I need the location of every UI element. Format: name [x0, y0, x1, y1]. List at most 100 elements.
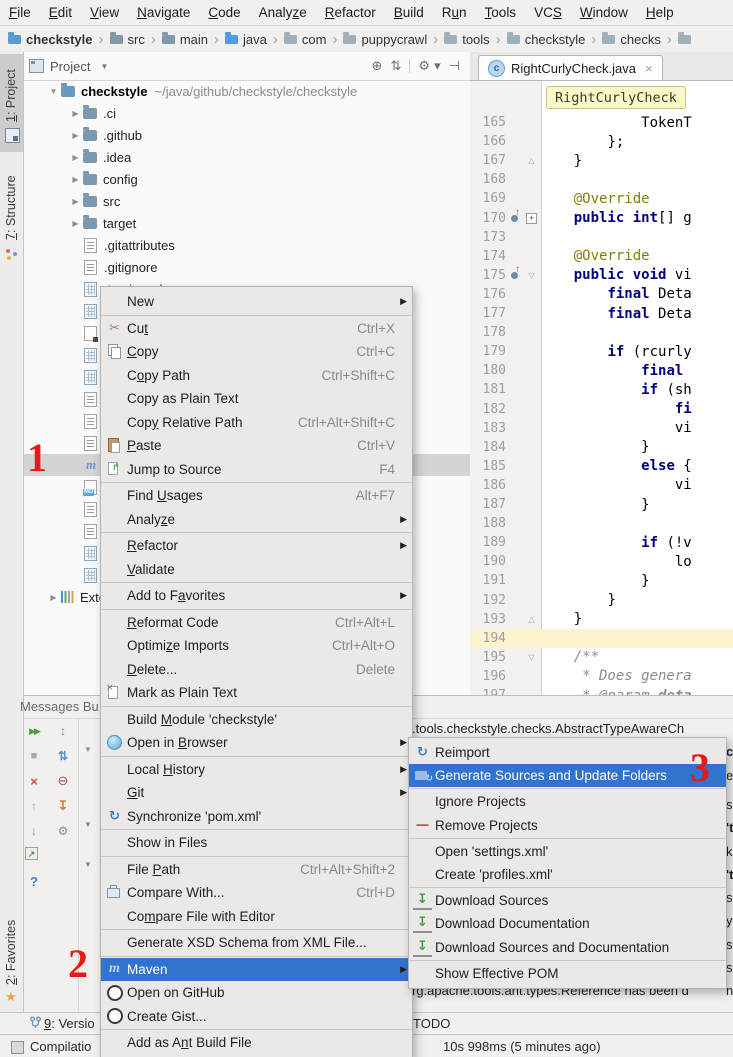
context-menu-item-compare-with[interactable]: Compare With...Ctrl+D [101, 881, 412, 905]
context-menu-item-jump-to-source[interactable]: Jump to SourceF4 [101, 458, 412, 482]
tree-expand-icon[interactable]: ▼ [84, 860, 92, 869]
menubar-item-view[interactable]: View [81, 0, 128, 25]
tree-expand-icon[interactable]: ▶ [48, 593, 59, 602]
context-menu-item-open-in-browser[interactable]: Open in Browser▶ [101, 731, 412, 755]
breadcrumb-item-checks[interactable]: checks [602, 32, 660, 47]
maven-submenu-item-ignore-projects[interactable]: Ignore Projects [409, 790, 726, 813]
maven-submenu-item-open-settings-xml[interactable]: Open 'settings.xml' [409, 840, 726, 863]
chevron-down-icon[interactable]: ▼ [100, 62, 108, 71]
menubar-item-code[interactable]: Code [199, 0, 249, 25]
tree-item-checkstyle[interactable]: ▼checkstyle~/java/github/checkstyle/chec… [24, 80, 471, 102]
context-menu-item-copy[interactable]: CopyCtrl+C [101, 340, 412, 364]
menubar-item-analyze[interactable]: Analyze [250, 0, 316, 25]
breadcrumb-item-java[interactable]: java [225, 32, 267, 47]
close-icon[interactable]: × [645, 61, 653, 76]
tree-expand-icon[interactable]: ▼ [84, 820, 92, 829]
context-menu-item-paste[interactable]: PasteCtrl+V [101, 434, 412, 458]
collapse-all-icon[interactable]: ⇅ [390, 59, 401, 74]
menubar-item-help[interactable]: Help [637, 0, 683, 25]
menubar-item-run[interactable]: Run [433, 0, 476, 25]
context-menu-item-copy-path[interactable]: Copy PathCtrl+Shift+C [101, 364, 412, 388]
fold-marker-icon[interactable]: △ [523, 615, 540, 624]
locate-icon[interactable]: ⊕ [372, 59, 383, 74]
menubar-item-tools[interactable]: Tools [476, 0, 526, 25]
tool-button-todo[interactable]: TODO [413, 1016, 450, 1031]
maven-submenu-item-download-sources-and-documentation[interactable]: ↧Download Sources and Documentation [409, 936, 726, 959]
hide-warnings-icon[interactable]: ⊖ [54, 772, 72, 790]
context-menu-item-git[interactable]: Git▶ [101, 781, 412, 805]
context-menu-item-validate[interactable]: Validate [101, 558, 412, 582]
maven-submenu-item-generate-sources-and-update-folders[interactable]: Generate Sources and Update Folders [409, 764, 726, 787]
fold-marker-icon[interactable]: ▽ [523, 271, 540, 280]
context-menu-item-file-path[interactable]: File PathCtrl+Alt+Shift+2 [101, 858, 412, 882]
context-menu-item-maven[interactable]: mMaven▶ [101, 958, 412, 982]
fold-marker-icon[interactable]: ▽ [523, 653, 540, 662]
breadcrumb-item-src[interactable]: src [110, 32, 145, 47]
tree-expand-icon[interactable]: ▶ [70, 153, 81, 162]
menubar-item-navigate[interactable]: Navigate [128, 0, 199, 25]
tree-item-idea[interactable]: ▶.idea [24, 146, 471, 168]
tree-expand-icon[interactable]: ▶ [70, 131, 81, 140]
tool-button-favorites[interactable]: 2: Favorites [4, 920, 18, 985]
context-menu-item-copy-relative-path[interactable]: Copy Relative PathCtrl+Alt+Shift+C [101, 411, 412, 435]
context-menu-item-optimize-imports[interactable]: Optimize ImportsCtrl+Alt+O [101, 634, 412, 658]
hide-panel-icon[interactable]: ⊣ [449, 59, 460, 74]
collapse-all-icon[interactable]: ⇅ [54, 747, 72, 765]
project-tool-icon[interactable] [5, 128, 20, 143]
context-menu-item-add-as-ant-build-file[interactable]: Add as Ant Build File [101, 1031, 412, 1055]
tree-item-config[interactable]: ▶config [24, 168, 471, 190]
context-menu-item-reformat-code[interactable]: Reformat CodeCtrl+Alt+L [101, 611, 412, 635]
down-icon[interactable]: ↓ [25, 822, 43, 840]
tree-collapse-icon[interactable]: ▼ [48, 87, 59, 96]
maven-submenu-item-show-effective-pom[interactable]: Show Effective POM [409, 962, 726, 985]
breadcrumb-item-com[interactable]: com [284, 32, 327, 47]
context-menu-item-delete[interactable]: Delete...Delete [101, 658, 412, 682]
settings-icon[interactable]: ⚙ [54, 822, 72, 840]
context-menu-item-synchronize-pom-xml[interactable]: ↻Synchronize 'pom.xml' [101, 805, 412, 829]
menubar-item-vcs[interactable]: VCS [525, 0, 571, 25]
breadcrumb-item-puppycrawl[interactable]: puppycrawl [343, 32, 427, 47]
tree-expand-icon[interactable]: ▶ [70, 175, 81, 184]
expand-all-icon[interactable]: ↕ [54, 722, 72, 740]
context-menu-item-compare-file-with-editor[interactable]: Compare File with Editor [101, 905, 412, 929]
context-menu-item-copy-as-plain-text[interactable]: Copy as Plain Text [101, 387, 412, 411]
context-menu-item-local-history[interactable]: Local History▶ [101, 758, 412, 782]
context-menu-item-add-to-favorites[interactable]: Add to Favorites▶ [101, 584, 412, 608]
up-icon[interactable]: ↑ [25, 797, 43, 815]
breadcrumb-item-checkstyle[interactable]: checkstyle [507, 32, 586, 47]
tree-item-target[interactable]: ▶target [24, 212, 471, 234]
tree-expand-icon[interactable]: ▶ [70, 219, 81, 228]
context-menu-item-new[interactable]: New▶ [101, 290, 412, 314]
tool-button-structure[interactable]: 7: Structure [4, 175, 18, 240]
tree-item-ci[interactable]: ▶.ci [24, 102, 471, 124]
maven-submenu-item-reimport[interactable]: ↻Reimport [409, 741, 726, 764]
context-menu-item-create-gist[interactable]: Create Gist... [101, 1005, 412, 1029]
breadcrumb-item-main[interactable]: main [162, 32, 208, 47]
maven-submenu-item-download-documentation[interactable]: ↧Download Documentation [409, 912, 726, 935]
menubar-item-refactor[interactable]: Refactor [316, 0, 385, 25]
tool-button-version-control[interactable]: 9: Versio [44, 1016, 95, 1031]
maven-submenu-item-remove-projects[interactable]: —Remove Projects [409, 814, 726, 837]
import-icon[interactable]: ↧ [54, 797, 72, 815]
breadcrumb-item-tools[interactable]: tools [444, 32, 489, 47]
rerun-icon[interactable]: ▶▶ [25, 722, 43, 740]
favorites-star-icon[interactable]: ★ [5, 990, 18, 1003]
context-menu-item-open-on-github[interactable]: Open on GitHub [101, 981, 412, 1005]
context-menu-item-refactor[interactable]: Refactor▶ [101, 534, 412, 558]
context-menu-item-analyze[interactable]: Analyze▶ [101, 508, 412, 532]
override-gutter-icon[interactable]: ↑ [506, 209, 523, 227]
tree-expand-icon[interactable]: ▼ [84, 745, 92, 754]
help-icon[interactable]: ? [25, 872, 43, 890]
tree-expand-icon[interactable]: ▶ [70, 109, 81, 118]
tree-item-gitignore[interactable]: .gitignore [24, 256, 471, 278]
structure-tool-icon[interactable] [5, 247, 18, 260]
tree-item-src[interactable]: ▶src [24, 190, 471, 212]
stop-icon[interactable]: ■ [25, 747, 43, 765]
context-menu-item-build-module-checkstyle[interactable]: Build Module 'checkstyle' [101, 708, 412, 732]
close-icon[interactable]: × [25, 772, 43, 790]
menubar-item-window[interactable]: Window [571, 0, 637, 25]
context-menu-item-generate-xsd-schema-from-xml-file[interactable]: Generate XSD Schema from XML File... [101, 931, 412, 955]
menubar-item-file[interactable]: File [0, 0, 40, 25]
maven-submenu-item-create-profiles-xml[interactable]: Create 'profiles.xml' [409, 863, 726, 886]
tree-item-github[interactable]: ▶.github [24, 124, 471, 146]
